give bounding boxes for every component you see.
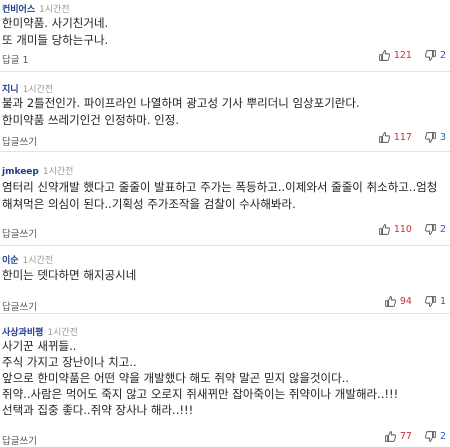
vote-group: 121 2 [366, 49, 446, 62]
thumbs-up-icon [378, 50, 390, 61]
comment-username[interactable]: 이순 [2, 256, 19, 266]
thumbs-up-icon [378, 224, 390, 235]
like-button[interactable]: 117 [378, 131, 412, 144]
comment-line: 또 개미들 당하는구나. [2, 33, 109, 47]
like-count: 121 [393, 50, 412, 61]
thumbs-down-icon [425, 132, 436, 143]
comment-line: 염터리 신약개발 했다고 줄줄이 발표하고 주가는 폭등하고..이제와서 줄줄이… [2, 180, 438, 194]
thumbs-up-icon [385, 431, 396, 442]
comment-body: 사기꾼 새뀌들.. 주식 가지고 장난이나 치고.. 앞으로 한미약품은 어떤 … [2, 338, 398, 418]
reply-button[interactable]: 답글쓰기 [2, 299, 37, 313]
dislike-count: 3 [439, 132, 446, 143]
comment-item: 지니 1시간전 불과 2틀전인가. 파이프라인 나열하며 광고성 기사 뿌리더니 … [0, 72, 450, 152]
like-count: 117 [393, 132, 412, 143]
comment-body: 한미약품. 사기친거네. 또 개미들 당하는구나. [2, 15, 108, 49]
thumbs-down-icon [425, 224, 436, 235]
thumbs-up-icon [385, 296, 396, 307]
thumbs-down-icon [425, 431, 436, 442]
like-button[interactable]: 110 [378, 223, 412, 236]
comment-time: 1시간전 [42, 167, 74, 177]
dislike-button[interactable]: 2 [424, 430, 446, 443]
dislike-button[interactable]: 1 [424, 295, 446, 308]
comment-item: 컨비어스 1시간전 한미약품. 사기친거네. 또 개미들 당하는구나. 답글 1 … [0, 0, 450, 72]
comment-line: 불과 2틀전인가. 파이프라인 나열하며 광고성 기사 뿌리더니 임상포기란다. [2, 96, 360, 110]
reply-button[interactable]: 답글쓰기 [2, 433, 37, 447]
like-count: 77 [399, 431, 412, 442]
comment-line: 주식 가지고 장난이나 치고.. [2, 355, 137, 369]
comment-username[interactable]: 지니 [2, 85, 19, 95]
comment-body: 한미는 뎃다하면 해지공시네 [2, 267, 136, 284]
comment-line: 한미는 뎃다하면 해지공시네 [2, 268, 137, 282]
comment-meta: 지니 1시간전 [2, 82, 53, 95]
comment-time: 1시간전 [22, 256, 54, 266]
thumbs-down-icon [425, 50, 436, 61]
comment-meta: 사상과비평 1시간전 [2, 325, 78, 338]
comment-line: 해쳐먹은 의심이 된다..기획성 주가조작을 검찰이 수사해봐라. [2, 197, 296, 211]
comment-body: 염터리 신약개발 했다고 줄줄이 발표하고 주가는 폭등하고..이제와서 줄줄이… [2, 179, 437, 213]
like-button[interactable]: 94 [384, 295, 412, 308]
comment-time: 1시간전 [47, 328, 78, 338]
like-count: 110 [393, 224, 412, 235]
comment-line: 한미약품 쓰레기인건 인정하마. 인정. [2, 113, 179, 127]
comment-line: 쥐약..사람은 먹어도 죽지 않고 오로지 쥐새뀌만 잡아죽이는 쥐약이나 개발… [2, 387, 399, 401]
thumbs-up-icon [378, 132, 390, 143]
vote-group: 77 2 [372, 430, 446, 443]
dislike-count: 2 [439, 50, 446, 61]
comment-item: 이순 1시간전 한미는 뎃다하면 해지공시네 답글쓰기 94 1 [0, 246, 450, 314]
comment-item: jmkeep 1시간전 염터리 신약개발 했다고 줄줄이 발표하고 주가는 폭등하… [0, 152, 450, 246]
comment-line: 한미약품. 사기친거네. [2, 16, 109, 30]
comment-line: 선택과 집중 좋다..쥐약 장사나 해라..!!! [2, 403, 194, 417]
vote-group: 94 1 [372, 295, 446, 308]
comment-line: 앞으로 한미약품은 어떤 약을 개발했다 해도 쥐약 말곤 믿지 않을것이다.. [2, 371, 350, 385]
dislike-count: 1 [439, 296, 446, 307]
dislike-button[interactable]: 3 [424, 131, 446, 144]
reply-button[interactable]: 답글쓰기 [2, 134, 37, 148]
reply-button[interactable]: 답글 1 [2, 52, 29, 66]
comment-meta: jmkeep 1시간전 [2, 164, 73, 177]
vote-group: 117 3 [366, 131, 446, 144]
comment-time: 1시간전 [39, 5, 70, 15]
reply-button[interactable]: 답글쓰기 [2, 226, 37, 240]
comment-line: 사기꾼 새뀌들.. [2, 339, 77, 353]
like-button[interactable]: 121 [378, 49, 412, 62]
vote-group: 110 2 [366, 223, 446, 236]
dislike-button[interactable]: 2 [424, 49, 446, 62]
comment-time: 1시간전 [22, 85, 54, 95]
like-count: 94 [399, 296, 412, 307]
dislike-button[interactable]: 2 [424, 223, 446, 236]
comment-username[interactable]: jmkeep [2, 167, 39, 177]
dislike-count: 2 [439, 224, 446, 235]
comment-item: 사상과비평 1시간전 사기꾼 새뀌들.. 주식 가지고 장난이나 치고.. 앞으로… [0, 314, 450, 447]
comment-username[interactable]: 컨비어스 [2, 5, 35, 15]
thumbs-down-icon [425, 296, 436, 307]
comment-meta: 컨비어스 1시간전 [2, 2, 70, 15]
like-button[interactable]: 77 [384, 430, 412, 443]
comment-username[interactable]: 사상과비평 [2, 328, 43, 338]
comment-meta: 이순 1시간전 [2, 253, 53, 266]
comment-body: 불과 2틀전인가. 파이프라인 나열하며 광고성 기사 뿌리더니 임상포기란다.… [2, 95, 360, 129]
dislike-count: 2 [439, 431, 446, 442]
